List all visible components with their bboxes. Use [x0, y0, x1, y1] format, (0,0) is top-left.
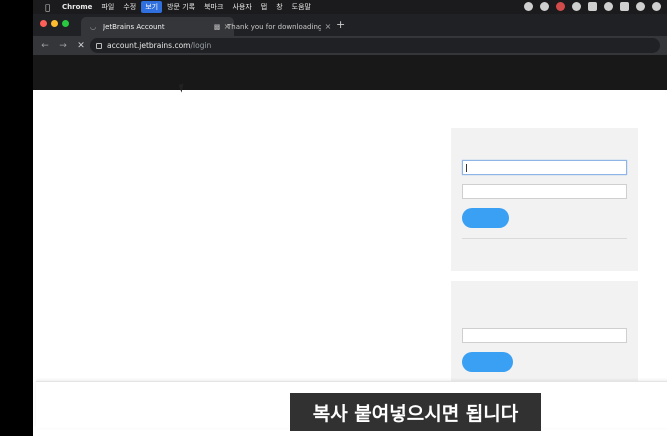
- menu-profiles[interactable]: 사용자: [228, 1, 255, 13]
- screen:  Chrome 파일 수정 보기 방문 기록 북마크 사용자 탭 창 도움말: [33, 0, 667, 436]
- tab-thank-you[interactable]: ▩ Thank you for downloading Py ×: [205, 17, 335, 36]
- back-icon[interactable]: ←: [39, 41, 51, 51]
- bluetooth-icon[interactable]: [636, 2, 645, 11]
- sign-in-button[interactable]: [462, 208, 509, 228]
- menu-app-name[interactable]: Chrome: [58, 2, 96, 12]
- menu-file[interactable]: 파일: [97, 1, 118, 13]
- login-panel: [451, 128, 638, 271]
- secondary-input-field[interactable]: [462, 328, 627, 343]
- close-window-button[interactable]: [40, 20, 47, 27]
- url-text: account.jetbrains.com/login: [107, 41, 211, 50]
- minimize-window-button[interactable]: [51, 20, 58, 27]
- apple-icon[interactable]: : [43, 3, 52, 12]
- menu-edit[interactable]: 수정: [119, 1, 140, 13]
- menu-bookmarks[interactable]: 북마크: [200, 1, 227, 13]
- url-domain: account.jetbrains.com: [107, 41, 191, 50]
- forward-icon[interactable]: →: [57, 41, 69, 51]
- video-subtitle: 복사 붙여넣으시면 됩니다: [290, 393, 541, 431]
- browser-toolbar: ← → ✕ account.jetbrains.com/login: [33, 36, 667, 55]
- keyboard-input-icon[interactable]: [620, 2, 629, 11]
- record-icon[interactable]: [524, 2, 533, 11]
- window-controls: [40, 20, 69, 27]
- status-icons: [524, 2, 661, 11]
- close-tab-icon[interactable]: ×: [321, 22, 335, 31]
- time-machine-icon[interactable]: [604, 2, 613, 11]
- menu-help[interactable]: 도움말: [288, 1, 315, 13]
- new-tab-button[interactable]: +: [336, 19, 345, 31]
- wifi-icon[interactable]: [652, 2, 661, 11]
- tab-strip: ◡ JetBrains Account × ▩ Thank you for do…: [33, 14, 667, 36]
- text-caret: [466, 164, 467, 172]
- url-path: /login: [190, 41, 212, 50]
- menu-window[interactable]: 창: [272, 1, 286, 13]
- macos-menubar:  Chrome 파일 수정 보기 방문 기록 북마크 사용자 탭 창 도움말: [33, 0, 667, 14]
- stop-loading-icon[interactable]: ✕: [75, 41, 87, 51]
- email-field[interactable]: [462, 160, 627, 175]
- menu-view[interactable]: 보기: [141, 1, 163, 13]
- lock-icon[interactable]: [96, 42, 102, 49]
- notification-icon[interactable]: [556, 2, 565, 11]
- zoom-window-button[interactable]: [62, 20, 69, 27]
- loading-spinner-icon: ◡: [89, 22, 97, 31]
- password-field[interactable]: [462, 184, 627, 199]
- secondary-button[interactable]: [462, 352, 513, 372]
- dropbox-icon[interactable]: [572, 2, 581, 11]
- panel-divider: [462, 238, 627, 239]
- screen-recorder-icon[interactable]: [540, 2, 549, 11]
- menu-history[interactable]: 방문 기록: [163, 1, 199, 13]
- page-header-loading: [33, 55, 667, 90]
- tab-title: Thank you for downloading Py: [227, 22, 321, 31]
- address-bar[interactable]: account.jetbrains.com/login: [90, 38, 660, 53]
- tab-title: JetBrains Account: [103, 22, 165, 31]
- pycharm-icon: ▩: [213, 22, 221, 31]
- secondary-panel: [451, 281, 638, 391]
- airplay-icon[interactable]: [588, 2, 597, 11]
- menu-tab[interactable]: 탭: [257, 1, 271, 13]
